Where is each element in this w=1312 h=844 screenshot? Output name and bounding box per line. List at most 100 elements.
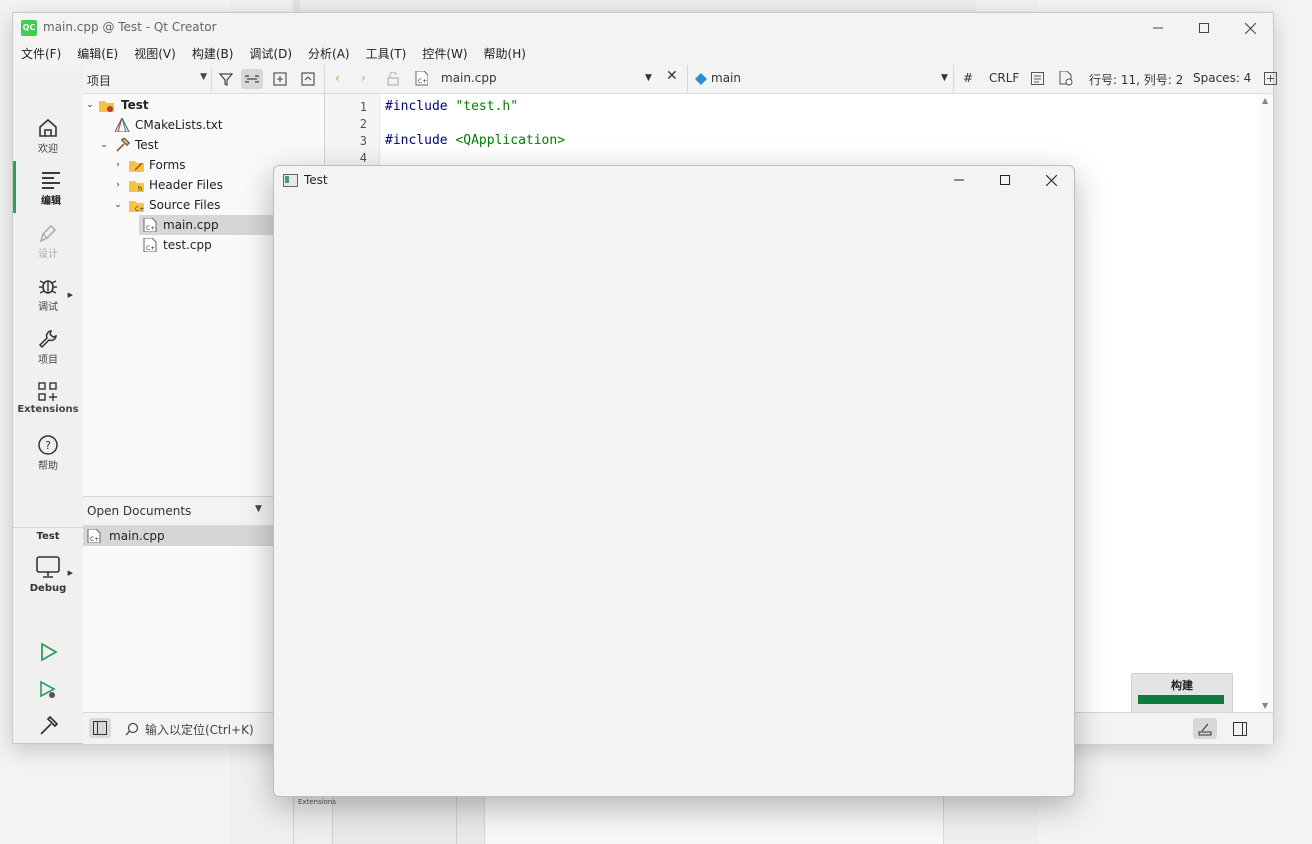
minimize-icon	[1153, 27, 1163, 29]
maximize-icon	[1199, 23, 1209, 33]
expand-arrow-icon: ▶	[67, 291, 73, 299]
svg-text:C+: C+	[146, 225, 155, 232]
close-icon	[1045, 174, 1057, 186]
hash-label[interactable]: #	[963, 71, 973, 85]
mode-design[interactable]: 设计	[13, 214, 83, 266]
tree-item-cmakelists[interactable]: CMakeLists.txt	[83, 115, 324, 135]
minimize-button[interactable]	[1135, 13, 1181, 43]
menu-widgets[interactable]: 控件(W)	[414, 43, 475, 65]
kit-selector[interactable]: Debug ▶	[13, 553, 83, 605]
output-icon	[1198, 723, 1212, 736]
debug-run-button[interactable]	[13, 673, 83, 707]
test-app-window[interactable]: Test	[273, 165, 1075, 797]
chevron-down-icon[interactable]: ▼	[645, 73, 652, 83]
wrench-icon	[38, 330, 57, 349]
background-extensions-label: Extensions	[298, 798, 337, 806]
project-toolbar: 项目 ▼	[83, 65, 324, 94]
locator-placeholder: 输入以定位(Ctrl+K)	[145, 723, 254, 737]
build-progress-label: 构建	[1171, 679, 1193, 692]
close-button[interactable]	[1227, 13, 1273, 43]
toggle-sidebar-button[interactable]	[89, 718, 111, 738]
menu-view[interactable]: 视图(V)	[126, 43, 184, 65]
build-button[interactable]	[13, 709, 83, 743]
tree-item-test-target[interactable]: ⌄ Test	[83, 135, 324, 155]
output-panel-button[interactable]	[1193, 718, 1217, 739]
edit-lines-icon	[42, 172, 60, 189]
maximize-icon	[1000, 175, 1010, 185]
forward-icon[interactable]: ›	[361, 71, 366, 85]
menu-help[interactable]: 帮助(H)	[476, 43, 534, 65]
sources-folder-icon: C+	[129, 201, 144, 212]
build-progress: 构建	[1131, 673, 1233, 713]
right-sidebar-button[interactable]	[1229, 718, 1251, 739]
test-window-title: Test	[304, 173, 328, 187]
mode-welcome[interactable]: 欢迎	[13, 109, 83, 161]
mode-help-label: 帮助	[38, 461, 58, 472]
symbol-icon	[695, 73, 707, 85]
expand-arrow-icon: ▶	[67, 569, 73, 577]
toolbar-divider	[953, 65, 954, 93]
test-close-button[interactable]	[1028, 166, 1074, 194]
tree-item-label: main.cpp	[163, 218, 219, 232]
chevron-right-icon: ›	[116, 160, 120, 170]
menu-edit[interactable]: 编辑(E)	[69, 43, 126, 65]
sidebar-icon	[93, 721, 107, 735]
add-split-icon	[273, 72, 287, 86]
menu-analyze[interactable]: 分析(A)	[300, 43, 358, 65]
svg-text:C+: C+	[135, 206, 144, 212]
filter-button[interactable]	[215, 69, 237, 89]
menu-debug[interactable]: 调试(D)	[241, 43, 300, 65]
tree-item-label: Test	[121, 98, 149, 112]
help-icon: ?	[38, 435, 58, 455]
editor-scrollbar[interactable]: ▲ ▼	[1259, 94, 1273, 712]
tree-item-label: Source Files	[149, 198, 221, 212]
tree-item-label: CMakeLists.txt	[135, 118, 223, 132]
sync-editor-button[interactable]	[241, 69, 263, 89]
scroll-down-icon[interactable]: ▼	[1262, 701, 1268, 710]
collapse-button[interactable]	[297, 69, 319, 89]
test-minimize-button[interactable]	[936, 166, 982, 194]
split-editor-icon	[1264, 72, 1277, 85]
scroll-up-icon[interactable]: ▲	[1262, 96, 1268, 105]
hammer-icon	[116, 138, 130, 152]
cmake-icon	[115, 118, 130, 132]
project-view-selector[interactable]: 项目 ▼	[83, 67, 212, 91]
mode-extensions-label: Extensions	[17, 404, 79, 415]
mode-debug-label: 调试	[38, 302, 58, 313]
current-file[interactable]: main.cpp	[441, 71, 497, 85]
back-icon[interactable]: ‹	[335, 71, 340, 85]
menu-file[interactable]: 文件(F)	[13, 43, 69, 65]
close-document-icon[interactable]: ✕	[666, 68, 678, 84]
code-string: "test.h"	[447, 99, 519, 114]
mode-debug[interactable]: 调试 ▶	[13, 267, 83, 319]
mode-extensions[interactable]: Extensions	[13, 373, 83, 425]
lock-icon	[387, 72, 399, 86]
project-view-label: 项目	[87, 74, 112, 88]
mode-projects[interactable]: 项目	[13, 320, 83, 372]
home-icon	[39, 118, 57, 137]
svg-text:C+: C+	[90, 536, 99, 543]
run-button[interactable]	[13, 635, 83, 669]
mode-bar: 欢迎 编辑 设计 调试 ▶ 项目 Extensions ? 帮助 Test De…	[13, 65, 84, 743]
tree-item-label: Test	[135, 138, 159, 152]
mode-edit[interactable]: 编辑	[13, 161, 86, 213]
line-number: 1	[359, 100, 367, 114]
maximize-button[interactable]	[1181, 13, 1227, 43]
debug-run-icon	[40, 680, 56, 698]
cursor-position[interactable]: 行号: 11, 列号: 2	[1089, 71, 1183, 88]
split-button[interactable]	[269, 69, 291, 89]
test-maximize-button[interactable]	[982, 166, 1028, 194]
code-string: <QApplication>	[447, 133, 566, 148]
line-ending[interactable]: CRLF	[989, 71, 1019, 85]
chevron-down-icon: ▼	[200, 72, 207, 82]
open-documents-label: Open Documents	[87, 504, 192, 518]
menu-build[interactable]: 构建(B)	[184, 43, 242, 65]
format-icon	[1031, 72, 1044, 85]
chevron-down-icon[interactable]: ▼	[941, 73, 948, 83]
tree-item-test-project[interactable]: ⌄ Test	[83, 95, 324, 115]
indentation[interactable]: Spaces: 4	[1193, 71, 1251, 85]
menu-tools[interactable]: 工具(T)	[358, 43, 415, 65]
current-symbol[interactable]: main	[711, 71, 741, 85]
mode-help[interactable]: ? 帮助	[13, 426, 83, 478]
mode-separator	[13, 527, 83, 528]
